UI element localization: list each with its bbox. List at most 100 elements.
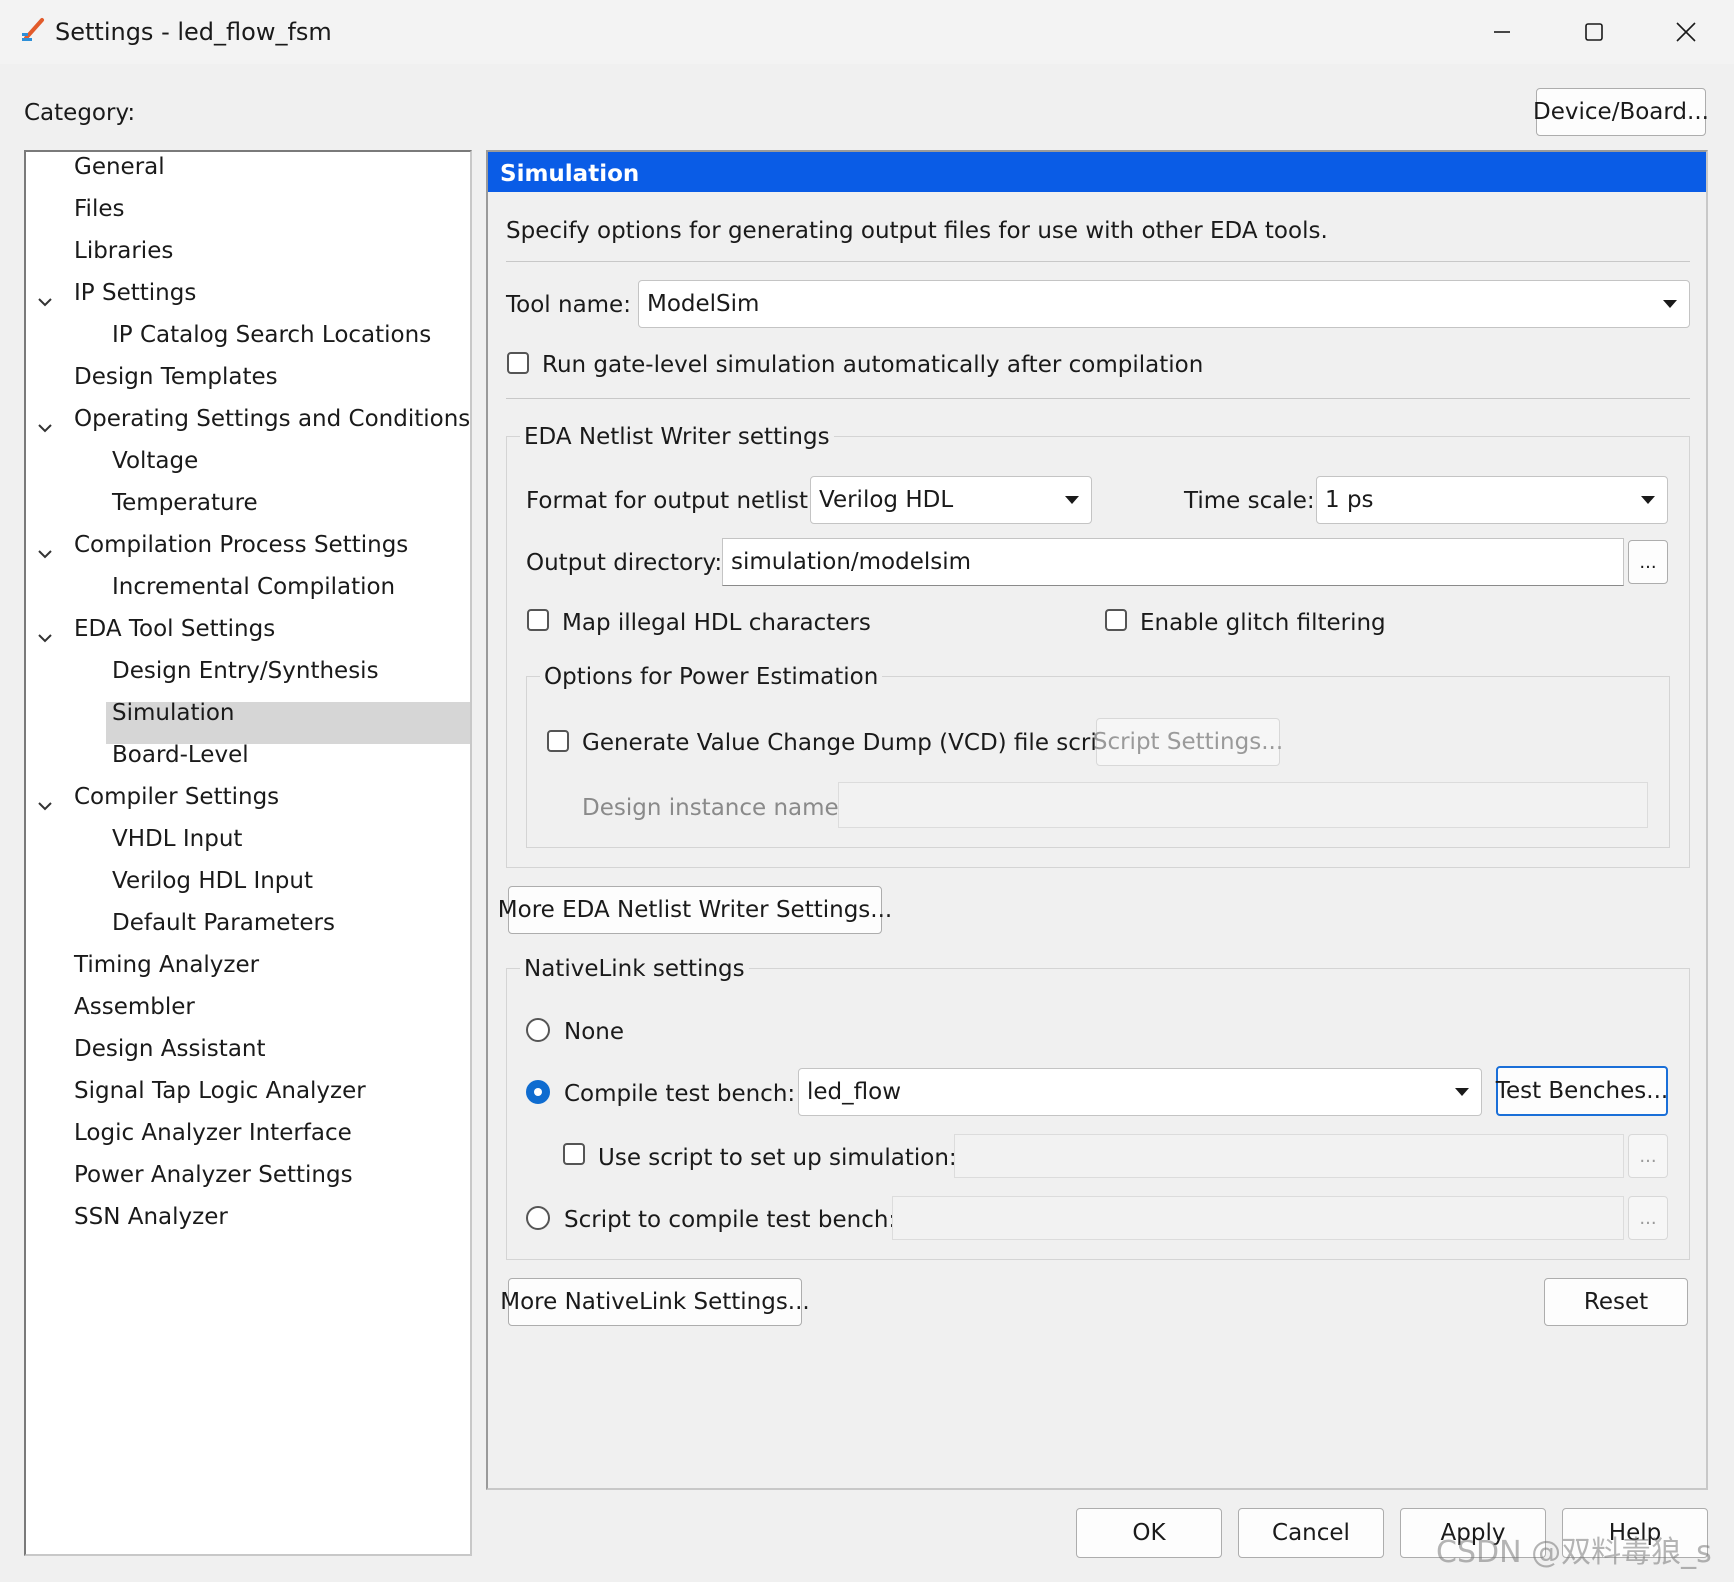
sidebar-item-timing-analyzer[interactable]: Timing Analyzer: [26, 954, 470, 996]
sidebar-item-label: General: [74, 154, 165, 180]
map-illegal-label: Map illegal HDL characters: [562, 610, 871, 636]
sidebar-item-files[interactable]: Files: [26, 198, 470, 240]
glitch-filter-checkbox[interactable]: [1105, 609, 1127, 631]
minimize-button[interactable]: [1456, 0, 1548, 64]
sidebar-item-vhdl-input[interactable]: VHDL Input: [106, 828, 470, 870]
sidebar-item-label: VHDL Input: [112, 826, 243, 852]
separator: [506, 398, 1690, 399]
script-compile-browse-button[interactable]: ...: [1628, 1196, 1668, 1240]
chevron-down-icon[interactable]: [36, 545, 54, 563]
maximize-button[interactable]: [1548, 0, 1640, 64]
format-label: Format for output netlist:: [526, 488, 816, 514]
category-tree[interactable]: General Files Libraries IP Settings IP Catal…: [24, 150, 472, 1556]
sidebar-item-compiler-settings[interactable]: Compiler Settings: [26, 786, 470, 828]
script-settings-button[interactable]: Script Settings...: [1093, 718, 1283, 766]
sidebar-item-design-entry-synthesis[interactable]: Design Entry/Synthesis: [106, 660, 470, 702]
timescale-label: Time scale:: [1184, 488, 1315, 514]
sidebar-item-signal-tap-logic-analyzer[interactable]: Signal Tap Logic Analyzer: [26, 1080, 470, 1122]
sidebar-item-label: Verilog HDL Input: [112, 868, 314, 894]
more-nativelink-settings-button[interactable]: More NativeLink Settings...: [500, 1278, 810, 1326]
category-label: Category:: [24, 100, 136, 126]
design-instance-field[interactable]: [838, 782, 1648, 828]
sidebar-item-ip-catalog-search-locations[interactable]: IP Catalog Search Locations: [106, 324, 470, 366]
script-compile-field[interactable]: [892, 1196, 1624, 1240]
sidebar-item-design-assistant[interactable]: Design Assistant: [26, 1038, 470, 1080]
sidebar-item-label: Incremental Compilation: [112, 574, 396, 600]
sidebar-item-label: IP Settings: [74, 280, 197, 306]
map-illegal-checkbox[interactable]: [527, 609, 549, 631]
nativelink-group-label: NativeLink settings: [520, 958, 749, 981]
output-dir-label: Output directory:: [526, 550, 723, 576]
nativelink-none-radio[interactable]: [526, 1018, 550, 1042]
sidebar-item-design-templates[interactable]: Design Templates: [26, 366, 470, 408]
chevron-down-icon[interactable]: [36, 629, 54, 647]
device-board-button[interactable]: Device/Board...: [1533, 88, 1709, 136]
sidebar-item-libraries[interactable]: Libraries: [26, 240, 470, 282]
close-button[interactable]: [1640, 0, 1732, 64]
close-icon: [1676, 22, 1696, 42]
compile-testbench-dropdown[interactable]: led_flow: [798, 1068, 1482, 1116]
sidebar-item-label: Signal Tap Logic Analyzer: [74, 1078, 366, 1104]
sidebar-item-verilog-hdl-input[interactable]: Verilog HDL Input: [106, 870, 470, 912]
tool-name-dropdown[interactable]: ModelSim: [638, 280, 1690, 328]
script-compile-label: Script to compile test bench:: [564, 1207, 897, 1233]
design-instance-label: Design instance name:: [582, 795, 847, 821]
timescale-dropdown[interactable]: 1 ps: [1316, 476, 1668, 524]
sidebar-item-incremental-compilation[interactable]: Incremental Compilation: [106, 576, 470, 618]
reset-button[interactable]: Reset: [1544, 1278, 1688, 1326]
sidebar-item-compilation-process-settings[interactable]: Compilation Process Settings: [26, 534, 470, 576]
more-netlist-settings-button[interactable]: More EDA Netlist Writer Settings...: [498, 886, 892, 934]
output-dir-browse-button[interactable]: ...: [1628, 540, 1668, 584]
sidebar-item-label: Compilation Process Settings: [74, 532, 409, 558]
compile-testbench-radio[interactable]: [526, 1080, 550, 1104]
chevron-down-icon[interactable]: [36, 797, 54, 815]
tool-name-label: Tool name:: [506, 292, 631, 318]
vcd-checkbox[interactable]: [547, 730, 569, 752]
sidebar-item-ip-settings[interactable]: IP Settings: [26, 282, 470, 324]
minimize-icon: [1494, 31, 1510, 33]
sidebar-item-temperature[interactable]: Temperature: [106, 492, 470, 534]
sidebar-item-power-analyzer-settings[interactable]: Power Analyzer Settings: [26, 1164, 470, 1206]
sidebar-item-default-parameters[interactable]: Default Parameters: [106, 912, 470, 954]
chevron-down-icon[interactable]: [36, 293, 54, 311]
sidebar-item-assembler[interactable]: Assembler: [26, 996, 470, 1038]
sidebar-item-simulation[interactable]: Simulation: [106, 702, 470, 744]
sidebar-item-label: Logic Analyzer Interface: [74, 1120, 352, 1146]
output-dir-field[interactable]: simulation/modelsim: [722, 538, 1624, 586]
sidebar-item-label: Temperature: [112, 490, 258, 516]
compile-testbench-label: Compile test bench:: [564, 1081, 796, 1107]
use-script-field[interactable]: [954, 1134, 1624, 1178]
chevron-down-icon[interactable]: [36, 419, 54, 437]
sidebar-item-voltage[interactable]: Voltage: [106, 450, 470, 492]
sidebar-item-eda-tool-settings[interactable]: EDA Tool Settings: [26, 618, 470, 660]
panel-description: Specify options for generating output fi…: [506, 218, 1328, 244]
script-compile-radio[interactable]: [526, 1206, 550, 1230]
sidebar-item-label: Files: [74, 196, 125, 222]
use-script-checkbox[interactable]: [563, 1143, 585, 1165]
vcd-label: Generate Value Change Dump (VCD) file sc…: [582, 730, 1121, 756]
cancel-button[interactable]: Cancel: [1238, 1508, 1384, 1558]
settings-pen-icon: [22, 18, 44, 41]
netlist-writer-group-label: EDA Netlist Writer settings: [520, 426, 834, 449]
run-gate-level-checkbox[interactable]: [507, 352, 529, 374]
format-dropdown[interactable]: Verilog HDL: [810, 476, 1092, 524]
sidebar-item-logic-analyzer-interface[interactable]: Logic Analyzer Interface: [26, 1122, 470, 1164]
sidebar-item-label: Simulation: [112, 700, 235, 726]
sidebar-item-ssn-analyzer[interactable]: SSN Analyzer: [26, 1206, 470, 1248]
sidebar-item-label: EDA Tool Settings: [74, 616, 276, 642]
sidebar-item-board-level[interactable]: Board-Level: [106, 744, 470, 786]
timescale-value: 1 ps: [1325, 487, 1374, 513]
panel-title: Simulation: [488, 152, 1706, 192]
window-title: Settings - led_flow_fsm: [55, 18, 332, 46]
sidebar-item-general[interactable]: General: [26, 156, 470, 198]
sidebar-item-label: Operating Settings and Conditions: [74, 406, 471, 432]
test-benches-button[interactable]: Test Benches...: [1496, 1066, 1668, 1116]
separator: [506, 261, 1690, 262]
use-script-browse-button[interactable]: ...: [1628, 1134, 1668, 1178]
sidebar-item-operating-settings-and-conditions[interactable]: Operating Settings and Conditions: [26, 408, 470, 450]
ok-button[interactable]: OK: [1076, 1508, 1222, 1558]
power-estimation-group-label: Options for Power Estimation: [540, 666, 883, 689]
sidebar-item-label: Power Analyzer Settings: [74, 1162, 353, 1188]
sidebar-item-label: Design Templates: [74, 364, 278, 390]
glitch-filter-label: Enable glitch filtering: [1140, 610, 1386, 636]
